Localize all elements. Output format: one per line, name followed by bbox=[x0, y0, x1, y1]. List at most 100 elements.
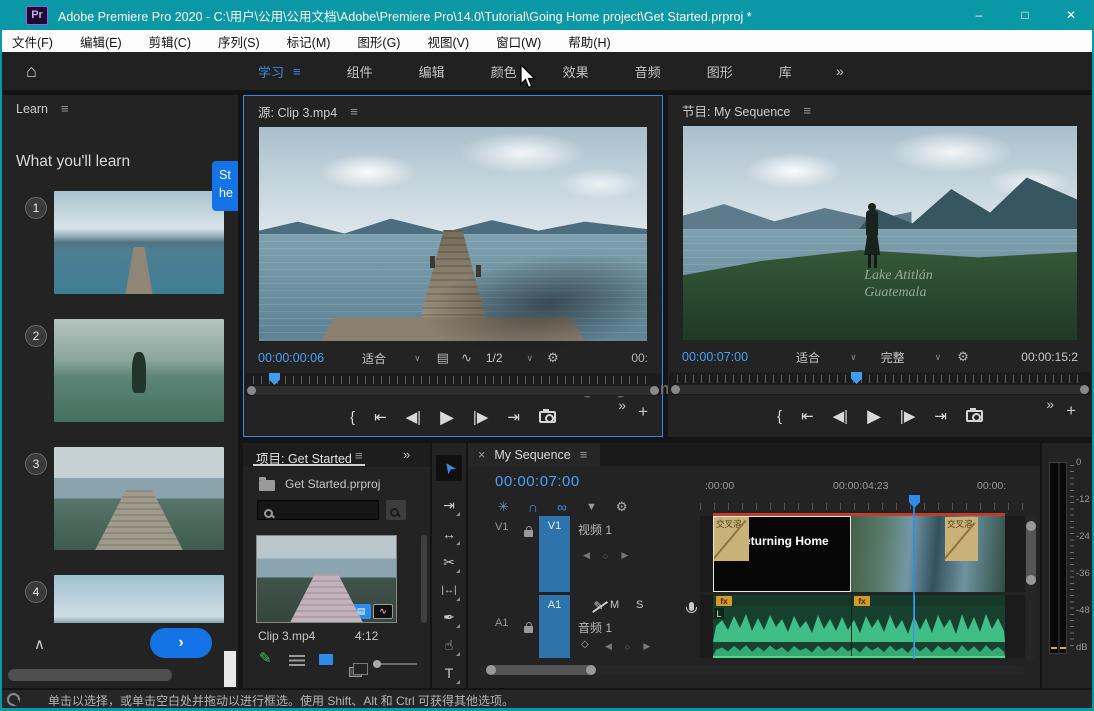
step-back-button[interactable]: ◀| bbox=[406, 408, 421, 426]
timeline-settings-icon[interactable]: ⚙ bbox=[616, 499, 628, 515]
transport-overflow-button[interactable]: » bbox=[618, 397, 626, 413]
timeline-horizontal-scrollbar[interactable] bbox=[480, 665, 1025, 675]
learn-step-item[interactable]: 4 bbox=[2, 575, 238, 623]
zoom-handle-right[interactable] bbox=[650, 386, 659, 395]
go-to-out-button[interactable]: ⇥ bbox=[934, 407, 947, 425]
mute-track-button[interactable]: M bbox=[610, 599, 619, 611]
collapse-button[interactable]: ∧ bbox=[34, 635, 45, 653]
video-track-name[interactable]: 视频 1 bbox=[578, 521, 612, 538]
learn-vertical-scrollbar[interactable] bbox=[224, 651, 236, 687]
search-input[interactable] bbox=[257, 500, 379, 520]
list-view-button[interactable] bbox=[289, 655, 305, 666]
workspace-tab-editing[interactable]: 编辑 bbox=[419, 62, 445, 81]
scrollbar-thumb[interactable] bbox=[486, 665, 596, 675]
workspace-tab-libraries[interactable]: 库 bbox=[779, 62, 792, 81]
close-tab-icon[interactable]: × bbox=[478, 448, 485, 462]
project-vertical-scrollbar[interactable] bbox=[421, 535, 427, 623]
track-lock-icon[interactable] bbox=[524, 526, 533, 537]
drag-audio-icon[interactable]: ∿ bbox=[461, 350, 472, 366]
playback-quality-select[interactable]: 完整 bbox=[881, 349, 905, 366]
slip-tool[interactable]: |↔| bbox=[436, 577, 462, 603]
mark-in-button[interactable]: { bbox=[777, 408, 782, 425]
menu-item-edit[interactable]: 编辑(E) bbox=[80, 32, 122, 51]
step-forward-button[interactable]: |▶ bbox=[473, 408, 488, 426]
workspace-tab-audio[interactable]: 音频 bbox=[635, 62, 661, 81]
timeline-vertical-scrollbar[interactable] bbox=[1026, 515, 1036, 660]
source-patch-a1[interactable]: A1 bbox=[495, 617, 508, 629]
workspace-tab-assembly[interactable]: 组件 bbox=[347, 62, 373, 81]
meter-bars[interactable] bbox=[1049, 462, 1067, 654]
close-button[interactable]: ✕ bbox=[1048, 0, 1094, 30]
menu-item-graphics[interactable]: 图形(G) bbox=[357, 32, 400, 51]
menu-item-marker[interactable]: 标记(M) bbox=[287, 32, 331, 51]
source-timecode[interactable]: 00:00:00:06 bbox=[258, 351, 324, 365]
track-select-forward-tool[interactable]: ⇥ bbox=[436, 492, 462, 518]
panel-menu-icon[interactable]: ≡ bbox=[580, 447, 588, 462]
go-to-in-button[interactable]: ⇤ bbox=[374, 408, 387, 426]
hand-tool[interactable]: ☝ bbox=[436, 632, 462, 658]
voiceover-record-icon[interactable]: ✎ bbox=[593, 599, 603, 613]
next-keyframe-button[interactable]: ▶ bbox=[621, 550, 628, 561]
program-scrubber[interactable] bbox=[669, 372, 1091, 395]
selection-tool[interactable]: ➤ bbox=[436, 455, 462, 481]
scrollbar-thumb[interactable] bbox=[1026, 521, 1036, 585]
pen-tool[interactable]: ✒ bbox=[436, 604, 462, 630]
go-to-in-button[interactable]: ⇤ bbox=[801, 407, 814, 425]
zoom-handle-left[interactable] bbox=[247, 386, 256, 395]
panel-menu-icon[interactable]: ≡ bbox=[803, 103, 811, 118]
minimize-button[interactable]: – bbox=[956, 0, 1002, 30]
menu-item-sequence[interactable]: 序列(S) bbox=[218, 32, 260, 51]
menu-item-view[interactable]: 视图(V) bbox=[427, 32, 469, 51]
track-lock-icon[interactable] bbox=[524, 622, 533, 633]
play-button[interactable]: ▶ bbox=[440, 407, 454, 428]
menu-item-window[interactable]: 窗口(W) bbox=[496, 32, 541, 51]
workspace-tab-learning[interactable]: 学习 ≡ bbox=[258, 62, 301, 81]
workspace-tab-menu-icon[interactable]: ≡ bbox=[293, 64, 301, 79]
scroll-handle[interactable] bbox=[1026, 575, 1036, 585]
workspace-overflow-button[interactable]: » bbox=[836, 52, 844, 90]
scroll-handle[interactable] bbox=[486, 665, 496, 675]
maximize-button[interactable]: □ bbox=[1002, 0, 1048, 30]
video-badge-icon[interactable]: ▤ bbox=[351, 604, 371, 619]
program-video-frame[interactable]: Lake Atitlán Guatemala bbox=[683, 126, 1077, 340]
add-keyframe-button[interactable]: ○ bbox=[603, 551, 608, 561]
scroll-handle[interactable] bbox=[1026, 521, 1036, 531]
nest-sequence-icon[interactable]: ✳ bbox=[498, 499, 509, 515]
track-target-a1[interactable]: A1 bbox=[539, 595, 570, 658]
chevron-down-icon[interactable]: ∨ bbox=[850, 352, 857, 363]
panel-menu-icon[interactable]: ≡ bbox=[61, 101, 69, 116]
clip-name-label[interactable]: Clip 3.mp4 bbox=[258, 629, 315, 643]
step-thumbnail[interactable] bbox=[54, 575, 224, 623]
type-tool[interactable]: T bbox=[436, 660, 462, 686]
next-step-button[interactable]: › bbox=[150, 628, 212, 658]
panel-menu-icon[interactable]: ≡ bbox=[350, 104, 358, 119]
zoom-level-select[interactable]: 适合 bbox=[362, 350, 386, 367]
step-thumbnail[interactable] bbox=[54, 191, 224, 294]
zoom-level-select[interactable]: 适合 bbox=[796, 349, 820, 366]
source-patch-v1[interactable]: V1 bbox=[495, 521, 508, 533]
menu-item-clip[interactable]: 剪辑(C) bbox=[149, 32, 191, 51]
home-button[interactable]: ⌂ bbox=[18, 52, 45, 90]
source-zoom-scrollbar[interactable] bbox=[247, 386, 659, 395]
export-frame-icon[interactable] bbox=[538, 409, 556, 423]
snap-magnet-icon[interactable]: ∩ bbox=[528, 499, 538, 515]
transport-overflow-button[interactable]: » bbox=[1046, 396, 1054, 412]
source-scrubber[interactable] bbox=[245, 373, 661, 396]
clip-thumbnail[interactable]: ▤ ∿ bbox=[256, 535, 397, 623]
learn-horizontal-scrollbar[interactable] bbox=[8, 669, 172, 681]
step-thumbnail[interactable] bbox=[54, 447, 224, 550]
source-video-frame[interactable] bbox=[259, 127, 647, 341]
add-marker-icon[interactable]: ▼ bbox=[586, 501, 597, 513]
sequence-tab[interactable]: × My Sequence ≡ bbox=[468, 443, 600, 466]
program-zoom-scrollbar[interactable] bbox=[671, 385, 1089, 394]
audio-clip[interactable]: fx fx L bbox=[713, 595, 1005, 658]
ripple-edit-tool[interactable]: ↔ bbox=[436, 521, 462, 547]
audio-track-lane[interactable]: fx fx L bbox=[700, 595, 1025, 658]
cross-dissolve-transition[interactable]: 交叉溶 bbox=[945, 517, 978, 561]
icon-view-button[interactable] bbox=[319, 654, 333, 665]
slider-knob[interactable] bbox=[373, 660, 381, 668]
drag-video-icon[interactable]: ▤ bbox=[437, 350, 449, 366]
solo-track-button[interactable]: S bbox=[636, 599, 643, 611]
button-editor-button[interactable]: + bbox=[638, 402, 648, 422]
chevron-down-icon[interactable]: ∨ bbox=[935, 352, 942, 363]
